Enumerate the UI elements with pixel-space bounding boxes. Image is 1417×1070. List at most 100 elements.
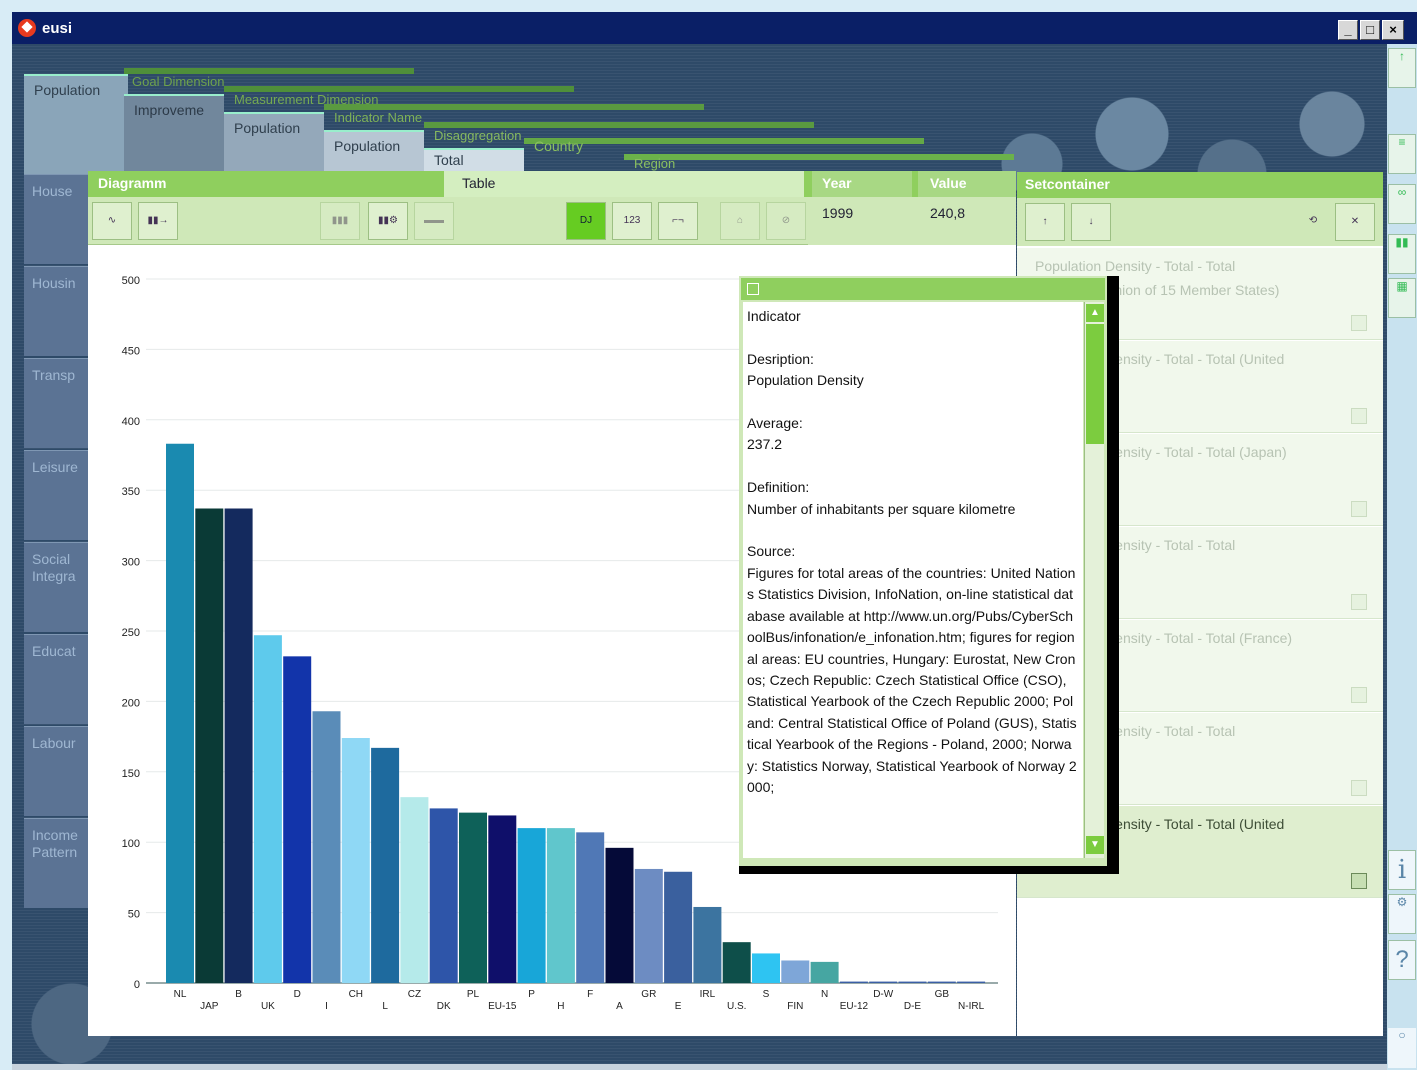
region-tab-label[interactable]: Region xyxy=(634,156,675,171)
y-tick-label: 250 xyxy=(122,627,140,639)
bar[interactable] xyxy=(781,960,810,983)
set-item-checkbox[interactable] xyxy=(1351,501,1367,517)
bar[interactable] xyxy=(312,711,341,983)
bar[interactable] xyxy=(605,847,634,983)
bar[interactable] xyxy=(752,953,780,983)
bar[interactable] xyxy=(693,906,722,983)
line-chart-icon[interactable]: ∿ xyxy=(92,202,132,240)
help-icon[interactable]: ? xyxy=(1388,940,1416,980)
scroll-thumb[interactable] xyxy=(1086,324,1104,444)
close-button[interactable]: × xyxy=(1382,20,1404,40)
bar-chart-view-icon[interactable]: ▮▮ xyxy=(1388,234,1416,274)
tab-label: Population xyxy=(34,82,101,98)
bar[interactable] xyxy=(634,868,663,983)
popup-close-icon[interactable] xyxy=(747,283,759,295)
x-tick-label: DK xyxy=(437,1001,451,1012)
set-item-checkbox[interactable] xyxy=(1351,780,1367,796)
tab-table[interactable]: Table xyxy=(444,171,804,197)
x-tick-label: A xyxy=(616,1001,623,1012)
bar[interactable] xyxy=(810,961,839,983)
set-item-checkbox[interactable] xyxy=(1351,594,1367,610)
indicator-info-popup: Indicator Desription: Population Density… xyxy=(739,276,1119,874)
x-tick-label: D-W xyxy=(873,989,894,1000)
scroll-down-icon[interactable]: ▼ xyxy=(1086,836,1104,854)
step-chart-icon[interactable]: ⌐¬ xyxy=(658,202,698,240)
map-icon[interactable]: ⌂ xyxy=(720,202,760,240)
set-item-checkbox[interactable] xyxy=(1351,408,1367,424)
bar[interactable] xyxy=(927,981,956,983)
bar[interactable] xyxy=(341,738,370,983)
x-tick-label: N-IRL xyxy=(958,1001,985,1012)
bar[interactable] xyxy=(400,797,429,983)
bar[interactable] xyxy=(371,747,400,983)
settings-sliders-icon[interactable]: ⚙ xyxy=(1388,894,1416,934)
set-item-checkbox[interactable] xyxy=(1351,687,1367,703)
filter-icon[interactable]: ⊘ xyxy=(766,202,806,240)
y-tick-label: 450 xyxy=(122,345,140,357)
set-item-checkbox[interactable] xyxy=(1351,873,1367,889)
set-item-checkbox[interactable] xyxy=(1351,315,1367,331)
bar[interactable] xyxy=(253,635,282,983)
bar[interactable] xyxy=(195,508,224,983)
binoculars-icon[interactable]: ∞ xyxy=(1388,184,1416,224)
bar[interactable] xyxy=(839,981,868,983)
bar-chart-export-icon[interactable]: ▮▮→ xyxy=(138,202,178,240)
scroll-up-icon[interactable]: ▲ xyxy=(1086,304,1104,322)
bar[interactable] xyxy=(546,828,575,983)
stacked-bar-icon[interactable]: ▬▬ xyxy=(414,202,454,240)
year-column-header[interactable]: Year xyxy=(812,171,912,197)
scatter-label: DJ xyxy=(579,215,593,226)
diagram-header: Diagramm Table Year Value xyxy=(88,171,1016,197)
category-item[interactable]: Educat xyxy=(24,634,90,724)
move-up-icon[interactable]: ↑ xyxy=(1025,203,1065,241)
bar[interactable] xyxy=(869,981,898,983)
bar[interactable] xyxy=(459,812,487,983)
delete-icon[interactable]: ✕ xyxy=(1335,203,1375,241)
search-icon[interactable]: ○ xyxy=(1388,1028,1416,1068)
bar[interactable] xyxy=(224,508,253,983)
bar[interactable] xyxy=(488,815,517,983)
bar[interactable] xyxy=(429,808,458,983)
popup-scrollbar[interactable]: ▲ ▼ xyxy=(1084,302,1104,858)
x-tick-label: D-E xyxy=(904,1001,922,1012)
bar[interactable] xyxy=(517,828,546,983)
info-icon[interactable]: i xyxy=(1388,850,1416,890)
export-up-icon[interactable]: ↑ xyxy=(1388,48,1416,88)
country-tab-label[interactable]: Country xyxy=(534,138,583,154)
category-item[interactable]: Transp xyxy=(24,358,90,448)
value-column-header[interactable]: Value xyxy=(918,171,1016,197)
bar-chart-settings-icon[interactable]: ▮▮⚙ xyxy=(368,202,408,240)
category-item[interactable]: Leisure xyxy=(24,450,90,540)
minimize-button[interactable]: _ xyxy=(1338,20,1358,40)
x-tick-label: CH xyxy=(349,989,363,1000)
x-tick-label: IRL xyxy=(700,989,716,1000)
category-item[interactable]: Social Integra xyxy=(24,542,90,632)
popup-header xyxy=(741,278,1105,300)
x-tick-label: FIN xyxy=(787,1001,803,1012)
year-value-row[interactable]: 1999 240,8 xyxy=(808,197,1016,245)
undo-delete-icon[interactable]: ⟲ xyxy=(1293,203,1333,241)
value-value: 240,8 xyxy=(930,205,966,221)
bar-number-icon[interactable]: 123 xyxy=(612,202,652,240)
bar[interactable] xyxy=(898,981,927,983)
maximize-button[interactable]: □ xyxy=(1360,20,1380,40)
bar[interactable] xyxy=(722,942,751,983)
bar[interactable] xyxy=(957,981,986,983)
tab-diagramm[interactable]: Diagramm xyxy=(98,171,166,197)
category-item[interactable]: Housin xyxy=(24,266,90,356)
x-tick-label: D xyxy=(294,989,301,1000)
tab-population-goal[interactable]: Population xyxy=(24,74,128,174)
category-item[interactable]: House xyxy=(24,174,90,264)
bar[interactable] xyxy=(664,871,693,983)
move-down-icon[interactable]: ↓ xyxy=(1071,203,1111,241)
bar-chart-icon[interactable]: ▮▮▮ xyxy=(320,202,360,240)
bar[interactable] xyxy=(283,656,312,983)
bar[interactable] xyxy=(166,443,194,984)
bar[interactable] xyxy=(576,832,605,983)
document-icon[interactable]: ≡ xyxy=(1388,134,1416,174)
x-tick-label: JAP xyxy=(200,1001,219,1012)
scatter-icon[interactable]: DJ xyxy=(566,202,606,240)
table-view-icon[interactable]: ▦ xyxy=(1388,278,1416,318)
category-item[interactable]: Income Pattern xyxy=(24,818,90,908)
category-item[interactable]: Labour xyxy=(24,726,90,816)
